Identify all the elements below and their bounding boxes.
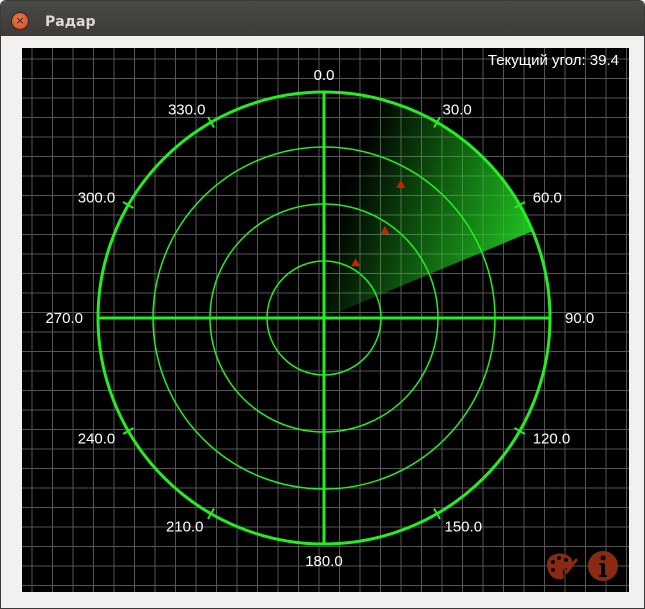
angle-label: 330.0 [168, 101, 206, 118]
current-angle-readout: Текущий угол: 39.4 [488, 52, 619, 69]
radar-canvas: 0.0 30.0 60.0 90.0 120.0 150.0 180.0 210.0 240.0… [22, 48, 629, 592]
angle-label: 150.0 [445, 519, 483, 536]
close-icon: × [15, 14, 25, 27]
info-icon [588, 551, 618, 581]
angle-label: 180.0 [305, 553, 343, 570]
angle-label: 270.0 [45, 310, 83, 327]
angle-label: 300.0 [78, 190, 116, 207]
title-bar: × Радар [1, 1, 644, 36]
angle-label: 210.0 [166, 519, 204, 536]
angle-label: 60.0 [533, 190, 562, 207]
close-button[interactable]: × [12, 13, 28, 29]
radar-window: × Радар 0.0 30.0 60.0 90.0 120.0 150.0 180.0 21… [0, 0, 645, 609]
sweep-sector [324, 92, 533, 318]
window-title: Радар [45, 14, 96, 30]
angle-label: 30.0 [443, 101, 472, 118]
angle-label: 90.0 [565, 310, 594, 327]
angle-label: 240.0 [78, 431, 116, 448]
info-button[interactable] [588, 551, 618, 581]
angle-label: 0.0 [314, 67, 335, 84]
angle-label: 120.0 [533, 431, 571, 448]
